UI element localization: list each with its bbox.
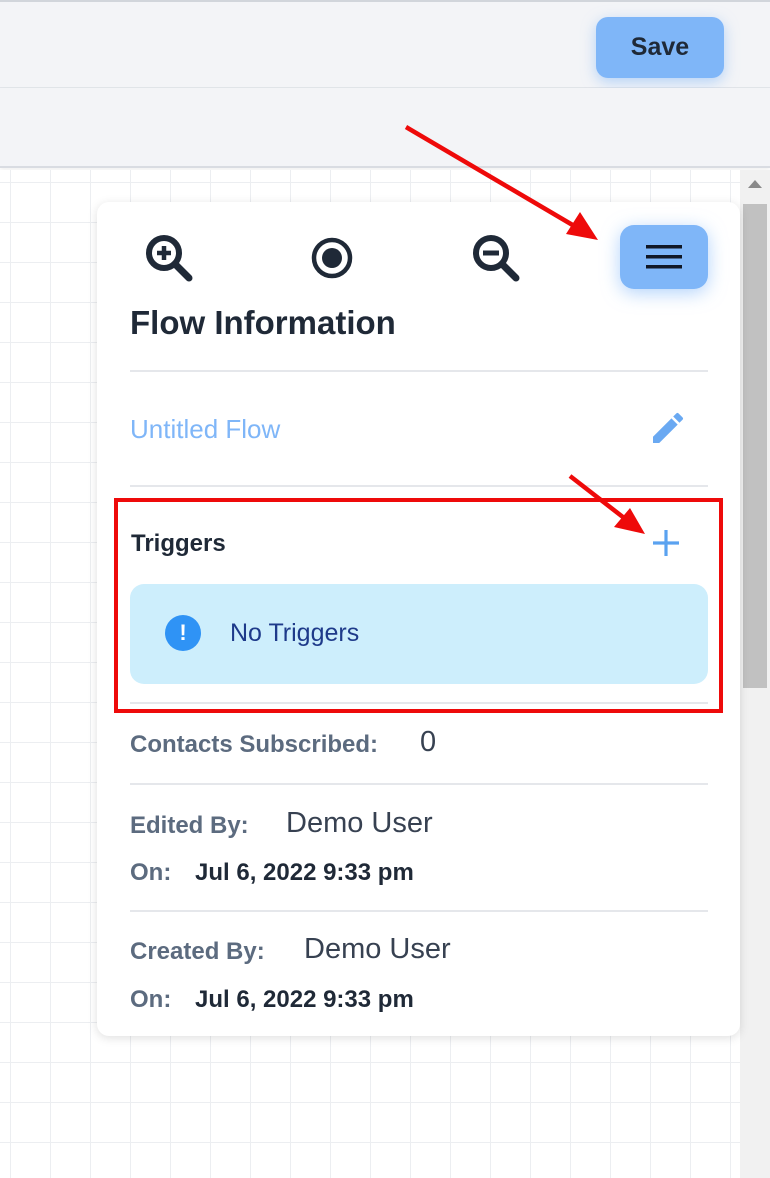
save-button[interactable]: Save [596, 17, 724, 78]
top-toolbar: Save [0, 0, 770, 88]
edited-on-label: On: [130, 859, 172, 886]
no-triggers-alert: ! No Triggers [130, 584, 708, 684]
edit-flow-name-button[interactable] [645, 405, 691, 451]
scrollbar-thumb[interactable] [743, 204, 767, 688]
zoom-in-button[interactable] [139, 228, 199, 288]
divider [130, 702, 708, 704]
created-on-label: On: [130, 986, 172, 1013]
divider [130, 910, 708, 912]
info-alert-icon: ! [165, 615, 201, 651]
flow-name-link[interactable]: Untitled Flow [130, 414, 280, 445]
triggers-label: Triggers [131, 530, 226, 557]
target-icon [311, 237, 353, 279]
add-trigger-button[interactable] [648, 525, 684, 561]
secondary-toolbar [0, 88, 770, 168]
edited-on-date: Jul 6, 2022 9:33 pm [195, 859, 414, 886]
divider [130, 783, 708, 785]
edited-by-label: Edited By: [130, 812, 249, 839]
created-by-label: Created By: [130, 938, 265, 965]
divider [130, 370, 708, 372]
vertical-scrollbar[interactable] [740, 170, 770, 1178]
center-view-button[interactable] [302, 228, 362, 288]
no-triggers-message: No Triggers [230, 619, 360, 647]
plus-icon [653, 530, 679, 556]
panel-title: Flow Information [130, 304, 396, 341]
flow-information-panel: Flow Information Untitled Flow Triggers … [97, 202, 740, 1036]
edited-by-user: Demo User [286, 807, 433, 839]
zoom-in-icon [146, 235, 193, 282]
divider [130, 485, 708, 487]
zoom-out-icon [473, 235, 520, 282]
hamburger-menu-icon [646, 245, 682, 269]
contacts-subscribed-label: Contacts Subscribed: [130, 731, 379, 758]
contacts-subscribed-count: 0 [420, 726, 437, 758]
zoom-out-button[interactable] [466, 228, 526, 288]
created-by-user: Demo User [304, 933, 451, 965]
panel-menu-button[interactable] [620, 225, 708, 289]
scroll-up-arrow-icon[interactable] [748, 180, 762, 188]
created-on-date: Jul 6, 2022 9:33 pm [195, 986, 414, 1013]
pencil-icon [653, 412, 684, 443]
